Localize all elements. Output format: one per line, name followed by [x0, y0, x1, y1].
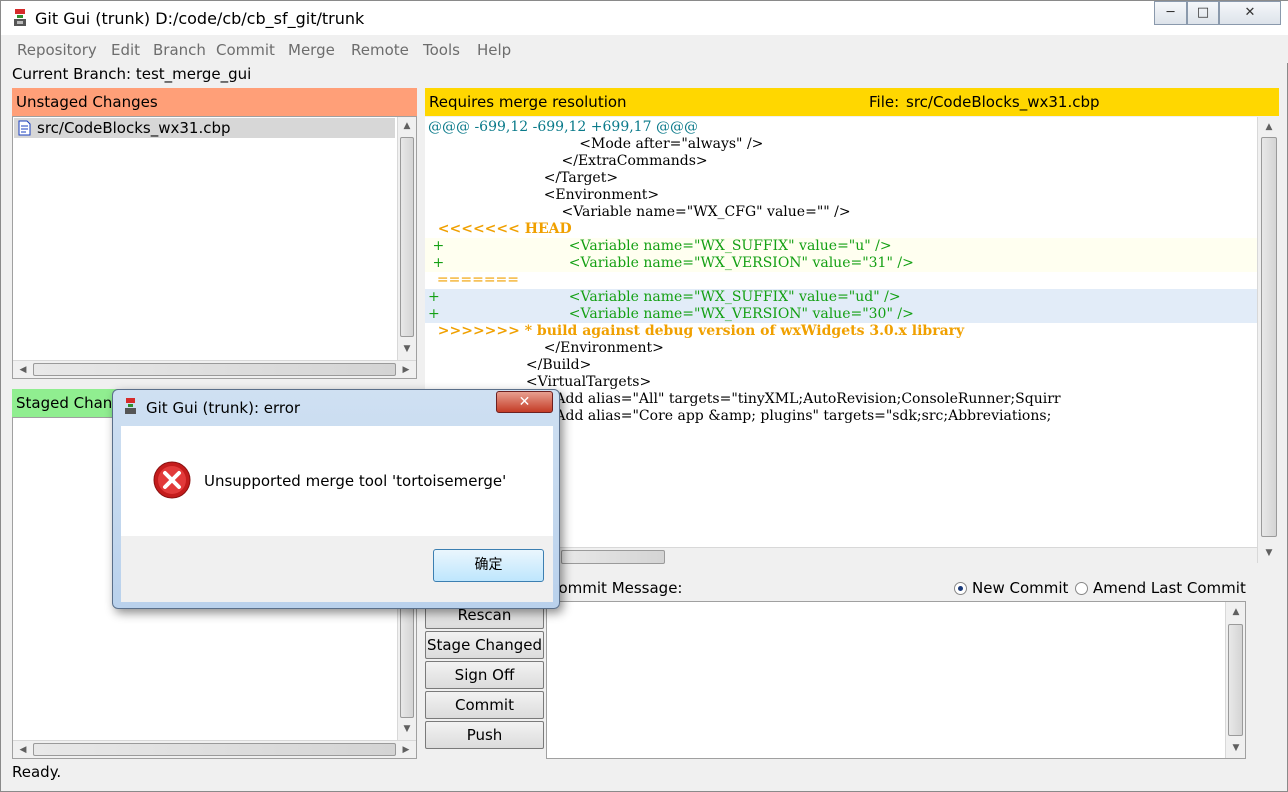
scroll-down-arrow-icon[interactable]: ▼ [1261, 545, 1277, 561]
merge-status-label: Requires merge resolution [429, 93, 627, 111]
diff-line: <Environment> [428, 187, 660, 203]
close-button[interactable]: ✕ [1219, 1, 1281, 25]
menu-commit[interactable]: Commit [216, 41, 275, 59]
diff-line: ======= [428, 272, 520, 288]
diff-line: + <Variable name="WX_SUFFIX" value="ud" … [425, 289, 1257, 306]
diff-line: </Build> [428, 357, 592, 373]
diff-line: + <Variable name="WX_VERSION" value="30"… [425, 306, 1257, 323]
amend-commit-radio[interactable] [1075, 582, 1088, 595]
maximize-button[interactable]: □ [1187, 1, 1219, 25]
push-button[interactable]: Push [425, 721, 544, 749]
menu-edit[interactable]: Edit [111, 41, 140, 59]
scroll-down-arrow-icon[interactable]: ▼ [399, 721, 415, 737]
diff-line: >>>>>>> * build against debug version of… [428, 323, 965, 339]
title-bar[interactable]: Git Gui (trunk) D:/code/cb/cb_sf_git/tru… [1, 1, 1288, 35]
diff-file-name: src/CodeBlocks_wx31.cbp [906, 93, 1100, 111]
stage-changed-button[interactable]: Stage Changed [425, 631, 544, 659]
diff-line: @@@ -699,12 -699,12 +699,17 @@@ [428, 119, 698, 135]
diff-line: <<<<<<< HEAD [428, 221, 572, 237]
menu-help[interactable]: Help [477, 41, 511, 59]
commit-message-label: Commit Message: [548, 579, 683, 597]
menu-repository[interactable]: Repository [17, 41, 97, 59]
radio-dot-icon [958, 586, 963, 591]
ok-button[interactable]: 确定 [433, 549, 544, 582]
scroll-right-arrow-icon[interactable]: ▶ [398, 362, 414, 378]
scroll-left-arrow-icon[interactable]: ◀ [15, 742, 31, 758]
staged-horizontal-scrollbar[interactable]: ◀ ▶ [13, 740, 416, 758]
scroll-thumb[interactable] [561, 550, 665, 564]
diff-vertical-scrollbar[interactable]: ▲ ▼ [1257, 117, 1279, 563]
scroll-thumb[interactable] [1228, 624, 1243, 736]
menu-branch[interactable]: Branch [153, 41, 206, 59]
diff-line: + <Variable name="WX_VERSION" value="31"… [425, 255, 1257, 272]
menu-merge[interactable]: Merge [288, 41, 335, 59]
menu-tools[interactable]: Tools [423, 41, 460, 59]
diff-line: <Mode after="always" /> [428, 136, 764, 152]
scroll-down-arrow-icon[interactable]: ▼ [399, 341, 415, 357]
diff-line: + <Variable name="WX_SUFFIX" value="u" /… [425, 238, 1257, 255]
scroll-left-arrow-icon[interactable]: ◀ [15, 362, 31, 378]
unstaged-changes-header: Unstaged Changes [12, 88, 417, 116]
commit-button[interactable]: Commit [425, 691, 544, 719]
commit-vertical-scrollbar[interactable]: ▲ ▼ [1225, 602, 1245, 758]
diff-line: </Target> [428, 170, 619, 186]
scroll-thumb[interactable] [33, 743, 396, 756]
git-gui-app-icon [14, 9, 26, 26]
list-item[interactable]: src/CodeBlocks_wx31.cbp [14, 118, 395, 138]
git-gui-window: Git Gui (trunk) D:/code/cb/cb_sf_git/tru… [0, 0, 1288, 792]
sign-off-button[interactable]: Sign Off [425, 661, 544, 689]
current-branch-label: Current Branch: test_merge_gui [12, 65, 252, 83]
diff-line: <Variable name="WX_CFG" value="" /> [428, 204, 851, 220]
scroll-right-arrow-icon[interactable]: ▶ [398, 742, 414, 758]
modified-file-icon [18, 120, 31, 136]
scroll-thumb[interactable] [400, 137, 414, 337]
scroll-up-arrow-icon[interactable]: ▲ [1228, 604, 1244, 620]
commit-message-input[interactable]: ▲ ▼ [546, 601, 1246, 759]
scroll-up-arrow-icon[interactable]: ▲ [1261, 119, 1277, 135]
diff-header: Requires merge resolution File: src/Code… [425, 88, 1279, 116]
error-dialog: Git Gui (trunk): error ✕ Unsupported mer… [112, 389, 560, 609]
scroll-thumb[interactable] [1261, 137, 1277, 537]
dialog-message: Unsupported merge tool 'tortoisemerge' [204, 472, 507, 490]
unstaged-horizontal-scrollbar[interactable]: ◀ ▶ [13, 360, 416, 378]
file-name: src/CodeBlocks_wx31.cbp [37, 119, 231, 137]
status-bar-text: Ready. [12, 763, 62, 781]
file-label: File: [869, 93, 900, 111]
scroll-thumb[interactable] [33, 363, 396, 376]
window-title: Git Gui (trunk) D:/code/cb/cb_sf_git/tru… [35, 9, 365, 28]
scroll-down-arrow-icon[interactable]: ▼ [1228, 740, 1244, 756]
new-commit-label[interactable]: New Commit [972, 579, 1068, 597]
amend-commit-label[interactable]: Amend Last Commit [1093, 579, 1246, 597]
error-icon [153, 461, 191, 499]
dialog-close-button[interactable]: ✕ [496, 391, 553, 413]
scroll-up-arrow-icon[interactable]: ▲ [399, 118, 415, 134]
diff-line: </Environment> [428, 340, 664, 356]
diff-line: </ExtraCommands> [428, 153, 708, 169]
unstaged-file-list[interactable]: src/CodeBlocks_wx31.cbp ▲ ▼ ◀ ▶ [12, 116, 417, 379]
new-commit-radio[interactable] [954, 582, 967, 595]
git-gui-app-icon [125, 398, 136, 414]
menu-remote[interactable]: Remote [351, 41, 409, 59]
dialog-title: Git Gui (trunk): error [146, 399, 301, 417]
dialog-body: Unsupported merge tool 'tortoisemerge' [121, 426, 553, 536]
unstaged-vertical-scrollbar[interactable]: ▲ ▼ [397, 117, 416, 360]
minimize-button[interactable]: ─ [1154, 1, 1187, 25]
